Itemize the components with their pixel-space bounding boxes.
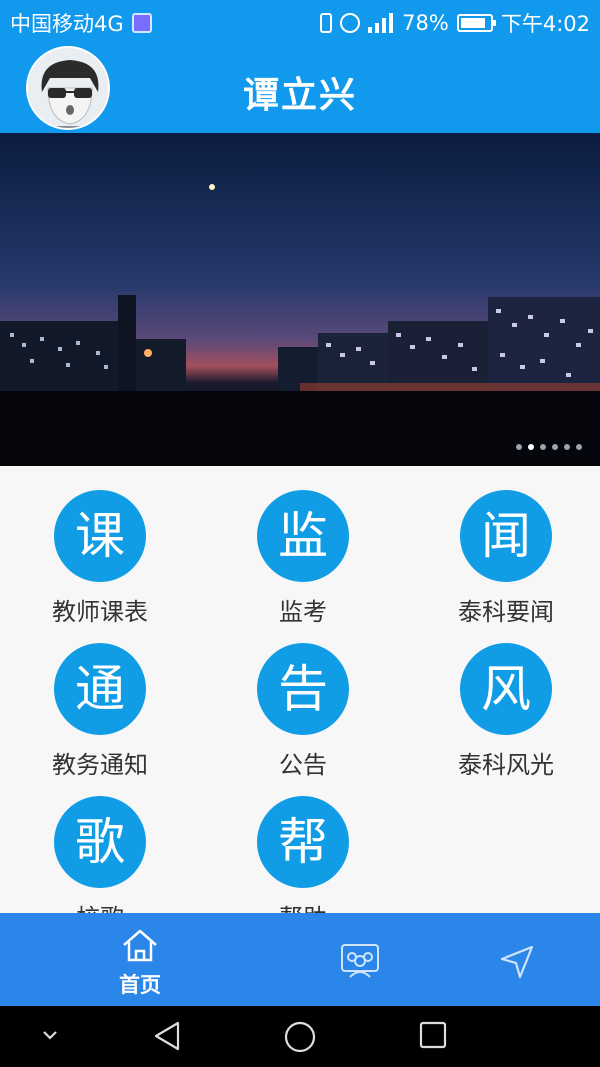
send-icon (500, 945, 534, 979)
carousel-dot[interactable] (516, 444, 522, 450)
title-bar: 谭立兴 (0, 40, 600, 133)
carousel-dot[interactable] (552, 444, 558, 450)
feature-grid: 课教师课表监监考闻泰科要闻通教务通知告公告风泰科风光歌校歌帮帮助 (0, 466, 600, 914)
grid-item[interactable]: 监监考 (203, 466, 403, 626)
chevron-down-icon[interactable] (40, 1020, 60, 1050)
news-icon: 闻 (460, 490, 552, 582)
battery-icon (456, 14, 496, 32)
grid-item[interactable]: 告公告 (203, 619, 403, 779)
back-icon[interactable] (152, 1020, 182, 1052)
grid-item-label: 帮助 (203, 898, 403, 914)
clock: 下午4:02 (500, 12, 590, 36)
banner-carousel[interactable] (0, 133, 600, 466)
notice-icon: 通 (54, 643, 146, 735)
grid-item[interactable]: 帮帮助 (203, 772, 403, 914)
home-icon (123, 929, 157, 962)
carrier-name: 中国移动4G (10, 12, 124, 36)
grid-item[interactable]: 通教务通知 (0, 619, 200, 779)
grid-item[interactable]: 风泰科风光 (406, 619, 600, 779)
page-title: 谭立兴 (242, 75, 357, 116)
grid-item[interactable]: 课教师课表 (0, 466, 200, 626)
carousel-indicator (516, 444, 582, 450)
group-icon (341, 944, 379, 978)
home-circle-icon[interactable] (283, 1020, 317, 1054)
status-right: 78% 下午4:02 (320, 8, 590, 38)
carrier-group: 中国移动4G (10, 8, 152, 38)
song-icon: 歌 (54, 796, 146, 888)
nav-home-label: 首页 (119, 973, 161, 997)
battery-percent: 78% (402, 11, 449, 35)
carousel-dot[interactable] (564, 444, 570, 450)
announcement-icon: 告 (257, 643, 349, 735)
proctor-icon: 监 (257, 490, 349, 582)
bottom-navigation: 首页 (0, 913, 600, 1006)
sim-icon (131, 13, 152, 33)
signal-icon (368, 13, 394, 33)
grid-item-label: 校歌 (0, 898, 200, 914)
course-icon: 课 (54, 490, 146, 582)
alarm-icon (340, 13, 361, 33)
status-bar: 中国移动4G 78% 下午4:02 (0, 0, 600, 40)
recents-icon[interactable] (418, 1020, 448, 1050)
system-navigation (0, 1006, 600, 1067)
vibrate-icon (320, 13, 333, 33)
help-icon: 帮 (257, 796, 349, 888)
nav-send[interactable] (418, 913, 600, 1006)
grid-item[interactable]: 歌校歌 (0, 772, 200, 914)
grid-item-label: 泰科风光 (458, 751, 554, 779)
grid-item[interactable]: 闻泰科要闻 (406, 466, 600, 626)
carousel-dot[interactable] (528, 444, 534, 450)
carousel-dot[interactable] (540, 444, 546, 450)
campus-night-image (0, 133, 600, 466)
carousel-dot[interactable] (576, 444, 582, 450)
nav-home[interactable]: 首页 (40, 913, 240, 1006)
scenery-icon: 风 (460, 643, 552, 735)
